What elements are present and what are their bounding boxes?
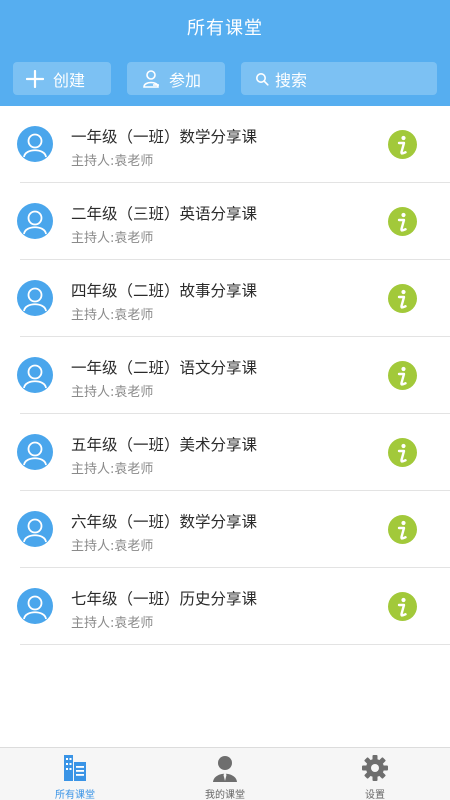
class-host: 主持人:袁老师 — [71, 616, 154, 631]
info-icon[interactable] — [388, 130, 417, 159]
class-title: 一年级（二班）语文分享课 — [71, 359, 258, 377]
avatar-icon — [17, 203, 53, 239]
avatar-icon — [17, 126, 53, 162]
search-placeholder: 搜索 — [275, 70, 308, 90]
class-item[interactable]: 七年级（一班）历史分享课 主持人:袁老师 — [0, 568, 450, 645]
class-item[interactable]: 五年级（一班）美术分享课 主持人:袁老师 — [0, 414, 450, 491]
person-icon — [211, 754, 239, 782]
class-host: 主持人:袁老师 — [71, 308, 154, 323]
avatar-icon — [17, 357, 53, 393]
class-item[interactable]: 二年级（三班）英语分享课 主持人:袁老师 — [0, 183, 450, 260]
join-person-icon — [141, 69, 161, 89]
class-item[interactable]: 六年级（一班）数学分享课 主持人:袁老师 — [0, 491, 450, 568]
info-icon[interactable] — [388, 438, 417, 467]
tab-my-classes[interactable]: 我的课堂 — [150, 748, 300, 800]
class-title: 七年级（一班）历史分享课 — [71, 590, 258, 608]
building-icon — [61, 754, 89, 782]
tab-label: 所有课堂 — [55, 790, 95, 800]
tab-label: 设置 — [365, 790, 385, 800]
page-title: 所有课堂 — [187, 18, 263, 39]
info-icon[interactable] — [388, 207, 417, 236]
avatar-icon — [17, 280, 53, 316]
info-icon[interactable] — [388, 284, 417, 313]
class-title: 四年级（二班）故事分享课 — [71, 282, 258, 300]
search-icon — [255, 72, 269, 86]
join-label: 参加 — [169, 70, 202, 90]
avatar-icon — [17, 511, 53, 547]
plus-icon — [25, 69, 45, 89]
avatar-icon — [17, 588, 53, 624]
class-host: 主持人:袁老师 — [71, 462, 154, 477]
class-item[interactable]: 一年级（二班）语文分享课 主持人:袁老师 — [0, 337, 450, 414]
action-bar: 创建 参加 搜索 — [0, 62, 450, 96]
class-host: 主持人:袁老师 — [71, 154, 154, 169]
join-button[interactable]: 参加 — [127, 62, 225, 95]
gear-icon — [361, 754, 389, 782]
class-host: 主持人:袁老师 — [71, 385, 154, 400]
class-item[interactable]: 四年级（二班）故事分享课 主持人:袁老师 — [0, 260, 450, 337]
create-button[interactable]: 创建 — [13, 62, 111, 95]
class-item[interactable]: 一年级（一班）数学分享课 主持人:袁老师 — [0, 106, 450, 183]
class-host: 主持人:袁老师 — [71, 231, 154, 246]
avatar-icon — [17, 434, 53, 470]
class-host: 主持人:袁老师 — [71, 539, 154, 554]
class-title: 二年级（三班）英语分享课 — [71, 205, 258, 223]
class-title: 六年级（一班）数学分享课 — [71, 513, 258, 531]
class-title: 五年级（一班）美术分享课 — [71, 436, 258, 454]
tab-label: 我的课堂 — [205, 790, 245, 800]
class-list: 一年级（一班）数学分享课 主持人:袁老师 二年级（三班）英语分享课 主持人:袁老… — [0, 106, 450, 645]
header-bar: 所有课堂 创建 参加 搜索 — [0, 0, 450, 106]
info-icon[interactable] — [388, 592, 417, 621]
tab-all-classes[interactable]: 所有课堂 — [0, 748, 150, 800]
info-icon[interactable] — [388, 515, 417, 544]
tab-settings[interactable]: 设置 — [300, 748, 450, 800]
search-input[interactable]: 搜索 — [241, 62, 437, 95]
info-icon[interactable] — [388, 361, 417, 390]
class-title: 一年级（一班）数学分享课 — [71, 128, 258, 146]
create-label: 创建 — [53, 70, 86, 90]
bottom-tab-bar: 所有课堂 我的课堂 设置 — [0, 747, 450, 800]
